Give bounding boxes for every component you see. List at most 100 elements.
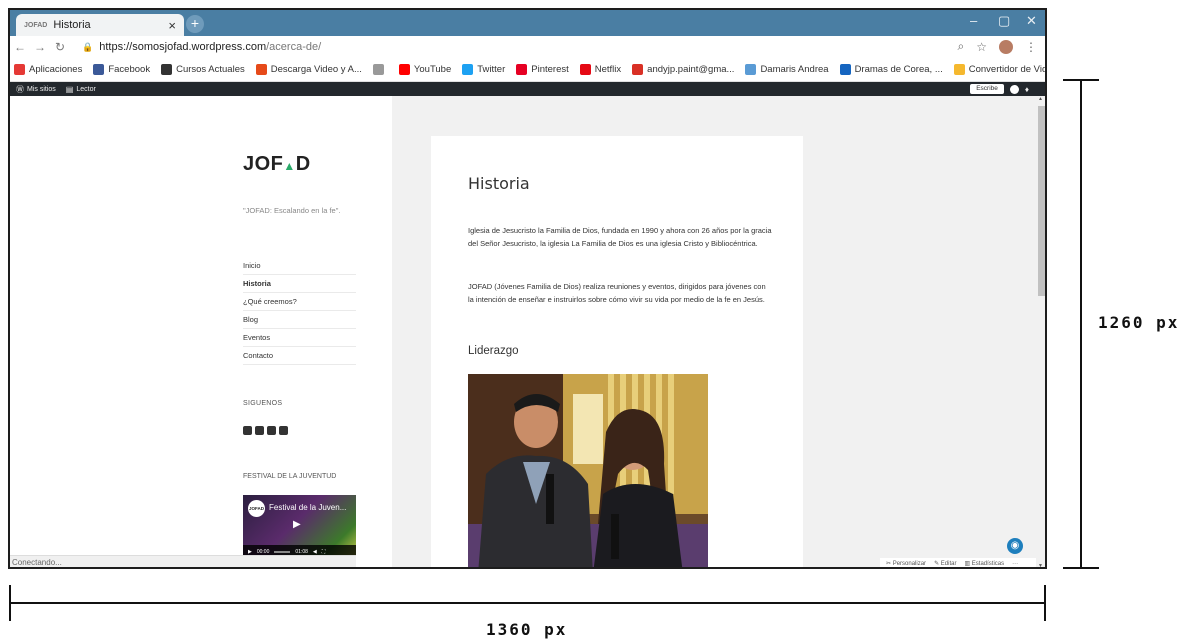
maximize-icon[interactable]: ▢ <box>998 13 1010 29</box>
bookmark-item[interactable]: YouTube <box>398 64 452 75</box>
pinterest-icon <box>516 64 528 75</box>
width-dim-line <box>10 602 1046 604</box>
star-icon[interactable]: ☆ <box>976 40 987 54</box>
wordpress-icon: Ⓦ <box>16 84 24 94</box>
video-progress-track[interactable] <box>274 551 291 553</box>
convert-icon <box>953 64 965 75</box>
status-bar: Conectando... <box>10 555 356 567</box>
follow-title: SIGUENOS <box>243 400 283 407</box>
lock-icon: 🔒 <box>82 41 94 52</box>
menu-item[interactable]: Historia <box>243 275 356 293</box>
address-bar: ← → ↻ 🔒 https://somosjofad.wordpress.com… <box>10 36 1045 58</box>
write-button[interactable]: Escribe <box>970 84 1004 94</box>
profile-icon <box>745 64 757 75</box>
bookmark-label: Twitter <box>477 64 506 75</box>
bookmarks-bar: Aplicaciones Facebook Cursos Actuales Desca… <box>10 58 1045 82</box>
scroll-up-icon[interactable]: ▲ <box>1038 96 1043 102</box>
scrollbar-thumb[interactable] <box>1038 106 1045 296</box>
bookmark-item[interactable]: Facebook <box>93 64 150 75</box>
bookmark-label: Dramas de Corea, ... <box>854 64 943 75</box>
edit-link[interactable]: ✎ Editar <box>934 560 956 567</box>
browser-window: JOFAD Historia × + – ▢ ✕ ← → ↻ 🔒 https:/… <box>8 8 1047 569</box>
gmail-icon <box>632 64 644 75</box>
zoom-icon[interactable]: ⌕ <box>958 39 965 54</box>
more-icon[interactable]: ··· <box>1012 561 1018 567</box>
screenshot-stage: JOFAD Historia × + – ▢ ✕ ← → ↻ 🔒 https:/… <box>0 0 1190 642</box>
profile-avatar[interactable] <box>999 39 1013 54</box>
forward-icon[interactable]: → <box>30 40 50 54</box>
bookmark-item[interactable]: Descarga Video y A... <box>255 64 362 75</box>
stats-link[interactable]: ▥ Estadísticas <box>964 560 1004 567</box>
menu-item[interactable]: Contacto <box>243 347 356 365</box>
post-paragraph-1: Iglesia de Jesucristo la Familia de Dios… <box>468 226 772 248</box>
bookmark-label: YouTube <box>413 64 452 75</box>
bookmark-item[interactable]: andyjp.paint@gma... <box>632 64 734 75</box>
netflix-icon <box>579 64 591 75</box>
bookmark-item[interactable]: Twitter <box>462 64 505 75</box>
back-icon[interactable]: ← <box>10 40 30 54</box>
festival-video[interactable]: JOFAD Festival de la Juven... ▶ ▶ 00:00 … <box>243 495 356 559</box>
leadership-heading: Liderazgo <box>468 345 519 357</box>
bookmark-item[interactable]: Damaris Andrea <box>745 64 829 75</box>
bookmark-item[interactable]: Pinterest <box>516 64 569 75</box>
new-tab-button[interactable]: + <box>186 15 204 33</box>
tab-close-icon[interactable]: × <box>168 18 176 33</box>
course-icon <box>161 64 173 75</box>
reader-link[interactable]: ▤ Lector <box>66 85 96 94</box>
pencil-icon: ✎ <box>934 561 941 567</box>
bookmark-label: Descarga Video y A... <box>270 64 362 75</box>
site-menu: Inicio Historia ¿Qué creemos? Blog Eventos Co… <box>243 257 356 365</box>
reload-icon[interactable]: ↻ <box>50 40 70 54</box>
customize-link[interactable]: ✂ Personalizar <box>886 560 926 567</box>
logo-triangle-icon: ▲ <box>283 159 296 173</box>
twitter-icon[interactable] <box>279 426 288 435</box>
bookmark-label: Convertidor de Vid... <box>968 64 1045 75</box>
browser-tab[interactable]: JOFAD Historia × <box>16 14 184 36</box>
user-avatar[interactable] <box>1009 84 1019 94</box>
youtube-icon[interactable] <box>267 426 276 435</box>
bookmark-label: Netflix <box>594 64 622 75</box>
r-icon <box>839 64 851 75</box>
menu-item[interactable]: ¿Qué creemos? <box>243 293 356 311</box>
menu-kebab-icon[interactable]: ⋮ <box>1025 40 1037 54</box>
bookmark-item[interactable]: Cursos Actuales <box>161 64 245 75</box>
page-scrollbar[interactable]: ▲ ▼ <box>1036 96 1045 567</box>
menu-item[interactable]: Eventos <box>243 329 356 347</box>
menu-item[interactable]: Inicio <box>243 257 356 275</box>
bookmark-item[interactable]: Convertidor de Vid... <box>953 64 1045 75</box>
height-dim-line <box>1080 80 1082 568</box>
my-sites-link[interactable]: Ⓦ Mis sitios <box>16 84 56 95</box>
page-viewport: JOF▲D "JOFAD: Escalando en la fe". Inici… <box>10 96 1036 567</box>
play-icon[interactable]: ▶ <box>293 519 301 530</box>
edit-label: Editar <box>940 561 957 567</box>
url-host: https://somosjofad.wordpress.com <box>99 41 267 53</box>
customize-icon: ✂ <box>886 561 893 567</box>
reader-icon: ▤ <box>65 84 74 94</box>
facebook-icon[interactable] <box>243 426 252 435</box>
wordpress-admin-bar: Ⓦ Mis sitios ▤ Lector Escribe ♦ <box>10 82 1045 96</box>
post-title: Historia <box>468 174 530 193</box>
globe-icon[interactable]: ◉ <box>1007 538 1023 554</box>
youtube-icon <box>398 64 410 75</box>
scroll-down-icon[interactable]: ▼ <box>1038 563 1043 567</box>
customize-label: Personalizar <box>892 561 927 567</box>
menu-item[interactable]: Blog <box>243 311 356 329</box>
stats-label: Estadísticas <box>971 561 1005 567</box>
minimize-icon[interactable]: – <box>970 13 977 28</box>
bookmark-item[interactable]: Netflix <box>579 64 622 75</box>
notifications-icon[interactable]: ♦ <box>1025 85 1029 94</box>
bookmark-item[interactable]: Dramas de Corea, ... <box>839 64 943 75</box>
bookmark-item[interactable] <box>372 64 388 75</box>
reader-label: Lector <box>76 85 96 93</box>
page-icon <box>372 64 384 75</box>
site-logo[interactable]: JOF▲D <box>243 153 311 176</box>
width-dim-right-tick <box>1044 585 1046 621</box>
site-sidebar: JOF▲D "JOFAD: Escalando en la fe". Inici… <box>10 96 392 567</box>
admin-footer-bar: ✂ Personalizar ✎ Editar ▥ Estadísticas ·… <box>880 558 1036 567</box>
window-close-icon[interactable]: ✕ <box>1026 13 1037 29</box>
url-field[interactable]: 🔒 https://somosjofad.wordpress.com /acer… <box>82 41 321 53</box>
bookmark-item[interactable]: Aplicaciones <box>14 64 82 75</box>
video-title: Festival de la Juven... <box>269 503 347 512</box>
instagram-icon[interactable] <box>255 426 264 435</box>
height-dim-bottom-tick <box>1063 567 1099 569</box>
